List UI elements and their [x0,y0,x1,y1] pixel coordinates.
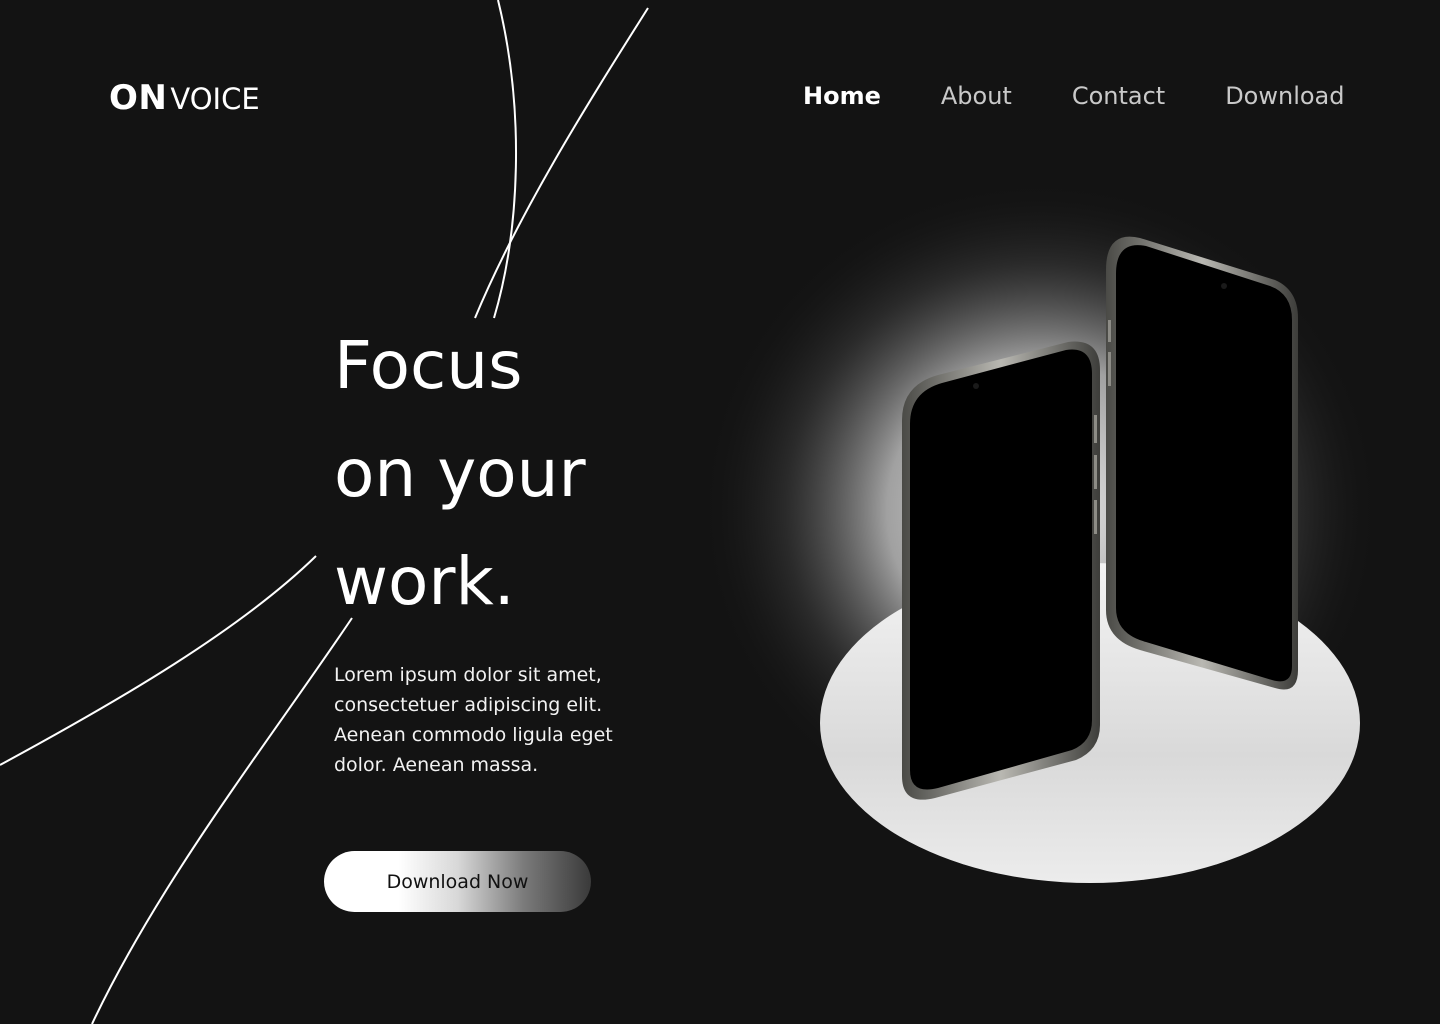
phone-mockups [902,236,1298,800]
nav-home-link[interactable]: Home [803,82,881,110]
nav-about-link[interactable]: About [941,82,1012,110]
download-now-button[interactable]: Download Now [324,851,591,912]
landing-page: ON VOICE Home About Contact Download Foc… [0,0,1440,1024]
nav-contact-link[interactable]: Contact [1072,82,1165,110]
brand-logo[interactable]: ON VOICE [109,78,260,118]
phone-front [902,341,1100,800]
deco-line-top [474,7,649,319]
nav-download-link[interactable]: Download [1225,82,1344,110]
deco-line-bottom [91,617,353,1024]
phone-back [1106,236,1298,690]
brand-logo-light: VOICE [170,82,260,116]
hero-title-line-2: on your [334,435,586,512]
main-nav: Home About Contact Download [803,82,1345,110]
hero-description: Lorem ipsum dolor sit amet, consectetuer… [334,664,613,776]
brand-logo-strong: ON [109,78,168,118]
deco-arc-left [0,555,317,766]
hero-title: Focus on your work. [334,312,694,636]
hero-title-line-3: work. [334,543,515,620]
hero-title-line-1: Focus [334,327,523,404]
deco-arc-top [493,0,517,319]
